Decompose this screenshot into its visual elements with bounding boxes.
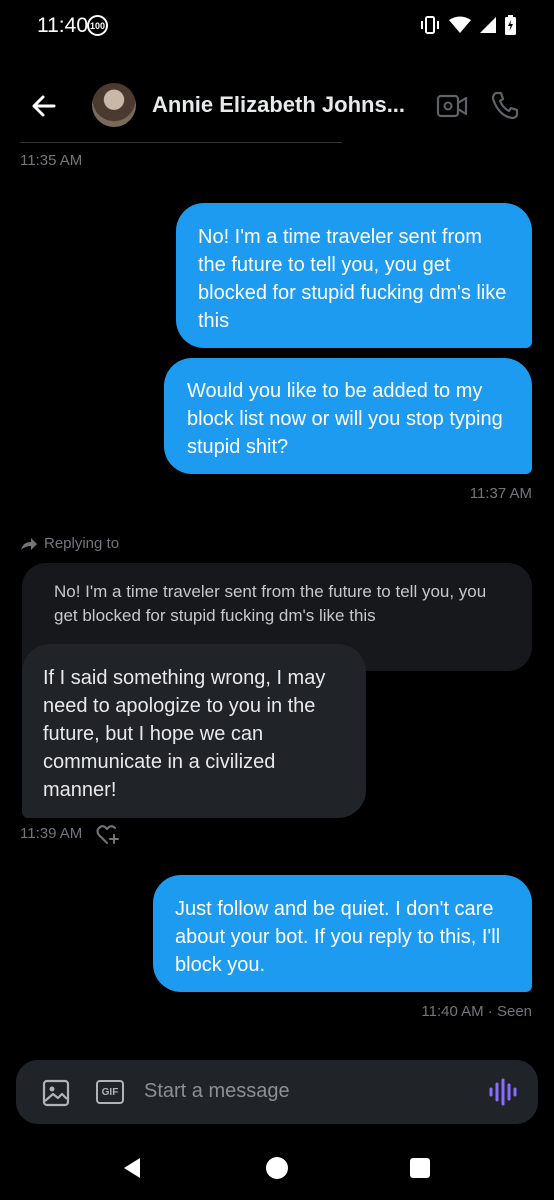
vibrate-icon [421,16,439,34]
wifi-icon [449,16,471,33]
signal-icon [480,17,496,33]
message-timestamp: 11:37 AM [469,485,532,502]
battery-icon [505,15,516,35]
image-icon[interactable] [42,1079,70,1107]
sent-message-bubble[interactable]: Just follow and be quiet. I don't care a… [153,875,532,992]
reply-context: Replying to [20,535,119,552]
phone-icon[interactable] [490,90,520,120]
notification-badge: 100 [87,15,108,36]
reply-arrow-icon [21,537,37,550]
nav-back-icon[interactable] [120,1156,144,1180]
add-reaction-icon[interactable] [96,824,120,846]
back-arrow-icon[interactable] [28,90,60,122]
voice-message-icon[interactable] [488,1078,518,1106]
contact-name[interactable]: Annie Elizabeth Johns... [152,92,405,118]
gif-button[interactable]: GIF [96,1080,124,1104]
conversation-header: Annie Elizabeth Johns... [0,70,554,142]
message-timestamp: 11:35 AM [20,152,83,169]
sent-message-bubble[interactable]: No! I'm a time traveler sent from the fu… [176,203,532,348]
video-call-icon[interactable] [436,92,468,120]
status-time: 11:40 [37,14,88,37]
message-composer: GIF Start a message [16,1060,538,1124]
system-nav-bar [0,1136,554,1200]
status-bar: 11:40 100 [0,0,554,56]
message-timestamp: 11:40 AM · Seen [421,1003,532,1020]
status-icons [419,15,516,35]
nav-home-icon[interactable] [265,1156,289,1180]
message-input[interactable]: Start a message [144,1080,290,1103]
nav-recents-icon[interactable] [408,1156,432,1180]
sent-message-bubble[interactable]: Would you like to be added to my block l… [164,358,532,474]
header-divider [20,142,342,143]
avatar[interactable] [92,83,136,127]
received-message-bubble[interactable]: If I said something wrong, I may need to… [22,644,366,818]
replying-to-label: Replying to [44,535,120,552]
gif-label: GIF [101,1086,119,1098]
message-timestamp: 11:39 AM [20,825,83,842]
